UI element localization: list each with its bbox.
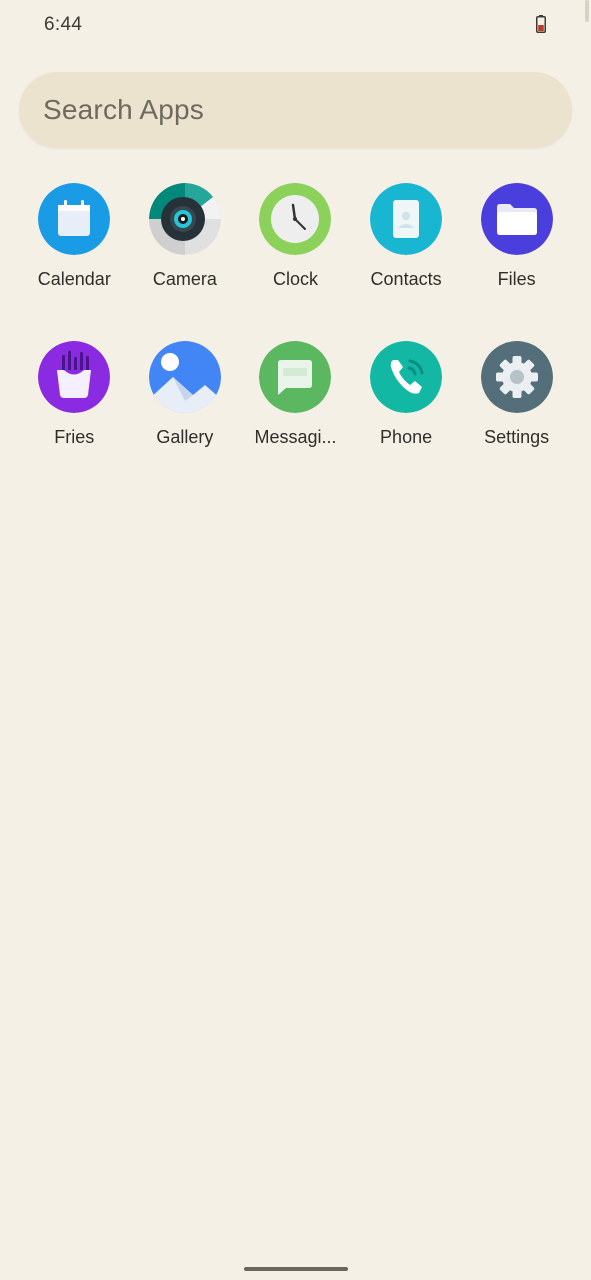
scroll-indicator bbox=[585, 0, 589, 22]
app-label: Settings bbox=[484, 427, 550, 447]
app-gallery[interactable]: Gallery bbox=[130, 341, 241, 499]
app-fries[interactable]: Fries bbox=[19, 341, 130, 499]
app-grid: Calendar Camera Clock Contacts Files Fri… bbox=[19, 183, 572, 499]
gear-icon bbox=[480, 341, 553, 413]
app-settings[interactable]: Settings bbox=[461, 341, 572, 499]
app-label: Calendar bbox=[37, 269, 111, 289]
app-camera[interactable]: Camera bbox=[130, 183, 241, 341]
app-label: Gallery bbox=[156, 427, 214, 447]
message-icon bbox=[259, 341, 332, 413]
battery-low-icon bbox=[536, 15, 546, 33]
app-label: Phone bbox=[380, 427, 433, 447]
app-row: Calendar Camera Clock Contacts Files bbox=[19, 183, 572, 341]
app-label: Messagi... bbox=[254, 427, 337, 447]
app-drawer-screen: 6:44 Search Apps Calendar Camera Clock C… bbox=[0, 0, 591, 1280]
calendar-icon bbox=[38, 183, 111, 255]
app-label: Fries bbox=[54, 427, 95, 447]
app-label: Contacts bbox=[370, 269, 442, 289]
camera-icon bbox=[148, 183, 221, 255]
app-label: Files bbox=[497, 269, 536, 289]
fries-icon bbox=[38, 341, 111, 413]
app-label: Clock bbox=[272, 269, 318, 289]
search-placeholder: Search Apps bbox=[43, 94, 204, 125]
phone-icon bbox=[370, 341, 443, 413]
navigation-handle[interactable] bbox=[244, 1267, 348, 1271]
folder-icon bbox=[480, 183, 553, 255]
contacts-icon bbox=[370, 183, 443, 255]
status-time: 6:44 bbox=[44, 14, 83, 35]
app-contacts[interactable]: Contacts bbox=[351, 183, 462, 341]
app-calendar[interactable]: Calendar bbox=[19, 183, 130, 341]
app-row: Fries Gallery Messagi... Phone Settings bbox=[19, 341, 572, 499]
clock-icon bbox=[259, 183, 332, 255]
app-clock[interactable]: Clock bbox=[240, 183, 351, 341]
app-phone[interactable]: Phone bbox=[351, 341, 462, 499]
app-files[interactable]: Files bbox=[461, 183, 572, 341]
app-label: Camera bbox=[152, 269, 217, 289]
app-messaging[interactable]: Messagi... bbox=[240, 341, 351, 499]
status-bar: 6:44 bbox=[0, 0, 591, 50]
gallery-icon bbox=[148, 341, 221, 413]
search-apps-bar[interactable]: Search Apps bbox=[19, 72, 572, 148]
